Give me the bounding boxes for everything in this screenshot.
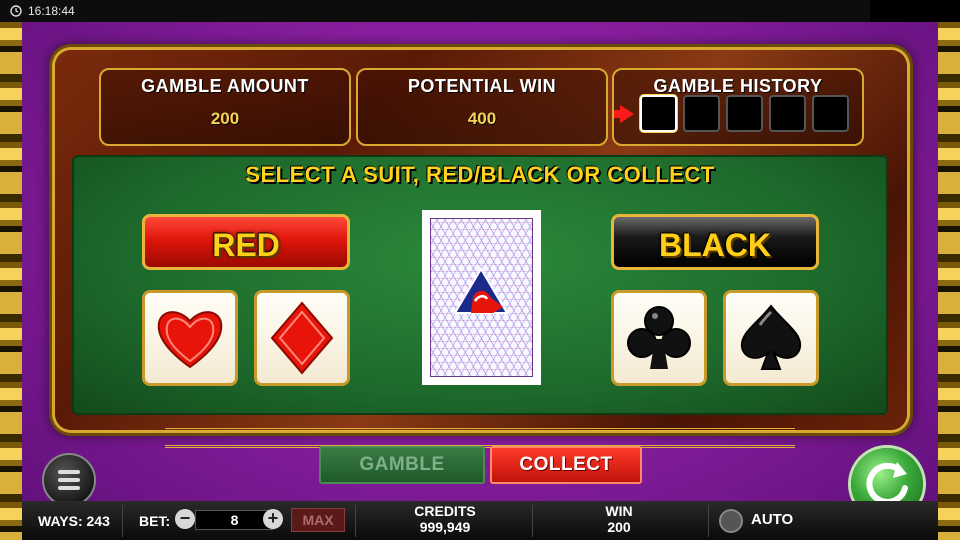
diamond-suit-button[interactable] [254, 290, 350, 386]
red-button[interactable]: RED [142, 214, 350, 270]
gamble-amount-value: 200 [210, 109, 240, 128]
ways-display: WAYS: 243 [38, 513, 110, 529]
gamble-amount-box: GAMBLE AMOUNT 200 [99, 68, 351, 146]
credits-display: CREDITS 999,949 [392, 503, 498, 535]
gamble-history-label: GAMBLE HISTORY [653, 76, 823, 96]
face-down-card [422, 210, 541, 385]
minus-icon: − [179, 508, 191, 528]
gamble-button[interactable]: GAMBLE [319, 446, 485, 484]
potential-win-box: POTENTIAL WIN 400 [356, 68, 608, 146]
left-gold-border [0, 22, 22, 540]
gold-ornament-strip [165, 428, 795, 448]
auto-button[interactable]: AUTO [751, 511, 793, 528]
history-slot [769, 95, 806, 132]
diamond-icon [270, 301, 334, 375]
win-value: 200 [607, 519, 631, 535]
ways-label: WAYS: [38, 513, 83, 529]
black-button[interactable]: BLACK [611, 214, 819, 270]
heart-suit-button[interactable] [142, 290, 238, 386]
gamble-amount-label: GAMBLE AMOUNT [141, 76, 309, 96]
club-suit-button[interactable] [611, 290, 707, 386]
bet-decrease-button[interactable]: − [175, 509, 195, 529]
menu-button[interactable] [42, 453, 96, 507]
history-slot [640, 95, 677, 132]
history-pointer-arrow-icon [614, 104, 634, 123]
gamble-history-slots [614, 95, 855, 132]
hamburger-icon [58, 478, 80, 482]
potential-win-value: 400 [467, 109, 497, 128]
hamburger-icon [58, 470, 80, 474]
collect-button[interactable]: COLLECT [490, 446, 642, 484]
plus-icon: + [267, 508, 279, 528]
bet-increase-button[interactable]: + [263, 509, 283, 529]
clock-icon [10, 5, 22, 17]
bet-label: BET: [139, 513, 171, 529]
right-gold-border [938, 22, 960, 540]
info-bar: WAYS: 243 BET: − 8 + MAX CREDITS 999,949… [22, 501, 938, 540]
system-status-bar: 16:18:44 [0, 0, 870, 22]
win-label: WIN [605, 503, 633, 519]
credits-value: 999,949 [419, 519, 471, 535]
spade-icon [740, 304, 802, 370]
max-bet-button[interactable]: MAX [291, 508, 345, 532]
divider [708, 505, 709, 537]
hamburger-icon [58, 486, 80, 490]
ways-value: 243 [86, 513, 110, 529]
status-time: 16:18:44 [28, 4, 75, 18]
history-slot [683, 95, 720, 132]
win-display: WIN 200 [582, 503, 656, 535]
autoplay-icon[interactable] [719, 509, 743, 533]
club-icon [627, 306, 691, 369]
history-slot [812, 95, 849, 132]
spade-suit-button[interactable] [723, 290, 819, 386]
gamble-instruction: SELECT A SUIT, RED/BLACK OR COLLECT [245, 162, 715, 187]
history-slot [726, 95, 763, 132]
card-logo-icon [453, 267, 509, 314]
credits-label: CREDITS [414, 503, 476, 519]
divider [532, 505, 533, 537]
divider [122, 505, 123, 537]
divider [355, 505, 356, 537]
potential-win-label: POTENTIAL WIN [407, 76, 557, 96]
heart-icon [157, 311, 223, 369]
